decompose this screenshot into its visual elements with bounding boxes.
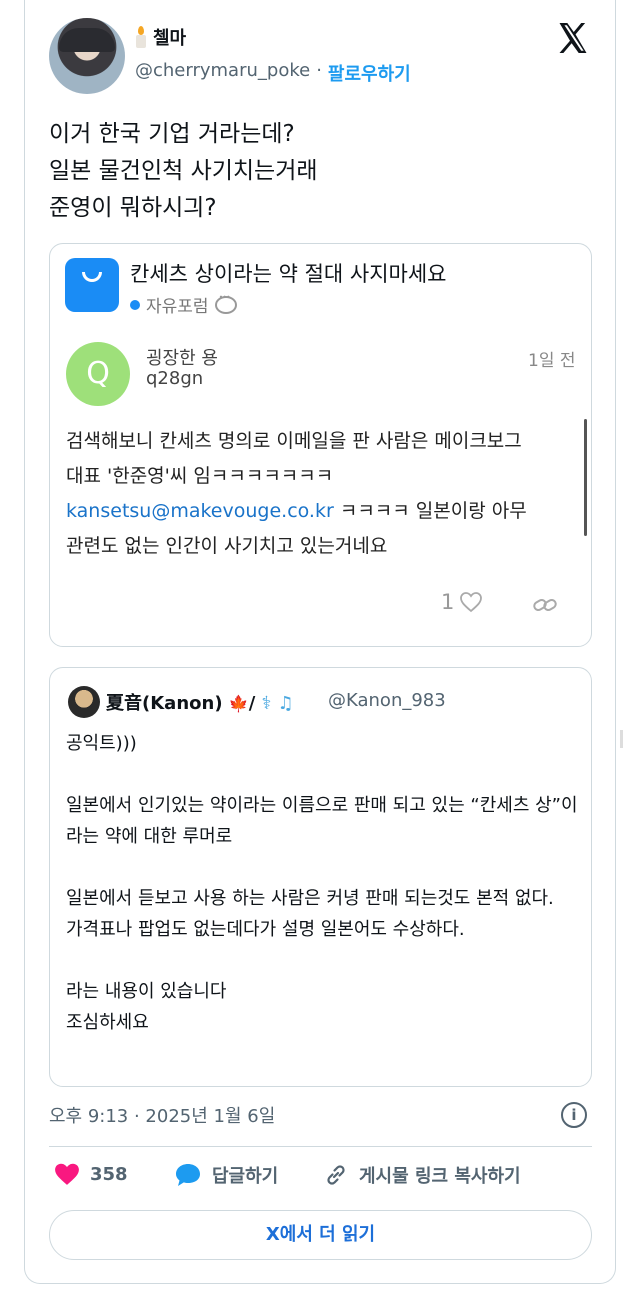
read-more-on-x-button[interactable]: X에서 더 읽기 — [49, 1210, 592, 1260]
body-line-3-rest: ㅋㅋㅋㅋ 일본이랑 아무 — [333, 500, 527, 522]
action-bar: 358 답글하기 게시물 링크 복사하기 — [49, 1162, 592, 1192]
heart-icon — [55, 1163, 79, 1185]
body-line-1: 검색해보니 칸세츠 명의로 이메일을 판 사람은 메이크보그 — [66, 430, 522, 452]
music-note-icon: ♫ — [277, 693, 294, 714]
forum-dot-icon — [130, 299, 140, 310]
kanon-handle: @Kanon_983 — [328, 690, 446, 711]
divider — [49, 1146, 592, 1147]
like-button[interactable]: 358 — [54, 1162, 128, 1186]
email-link[interactable]: kansetsu@makevouge.co.kr — [66, 500, 334, 522]
post-like-count: 1 — [441, 590, 455, 614]
tweet-timestamp[interactable]: 오후 9:13 · 2025년 1월 6일 — [49, 1102, 275, 1128]
page-scroll-indicator — [620, 730, 623, 748]
kanon-name-row: 夏音(Kanon) 🍁/ ⚕ ♫ — [106, 689, 294, 715]
x-logo-icon[interactable] — [555, 20, 591, 56]
author-handle-row: @cherrymaru_poke · 팔로우하기 — [135, 60, 411, 86]
copy-link-icon — [327, 1165, 345, 1185]
shopping-bag-icon — [65, 258, 119, 312]
heart-outline-icon — [460, 592, 483, 613]
poster-name: 굉장한 용 — [146, 348, 218, 369]
kanon-avatar — [68, 686, 100, 718]
quoted-post-title: 칸세츠 상이라는 약 절대 사지마세요 — [130, 262, 447, 286]
follow-button[interactable]: 팔로우하기 — [328, 60, 411, 86]
name-slash: / — [248, 693, 256, 714]
author-avatar[interactable] — [49, 18, 125, 94]
copy-link-label: 게시물 링크 복사하기 — [359, 1166, 521, 1187]
author-display-name[interactable]: 첼마 — [153, 24, 186, 50]
post-like[interactable]: 1 — [441, 590, 484, 614]
info-icon[interactable]: i — [561, 1102, 587, 1128]
body-line-2: 대표 '한준영'씨 임ㅋㅋㅋㅋㅋㅋㅋ — [66, 465, 334, 487]
reply-label: 답글하기 — [212, 1166, 279, 1187]
kanon-name: 夏音(Kanon) — [106, 693, 223, 714]
body-line-3: kansetsu@makevouge.co.kr ㅋㅋㅋㅋ 일본이랑 아무 — [66, 494, 576, 529]
quoted-post-body: 검색해보니 칸세츠 명의로 이메일을 판 사람은 메이크보그 대표 '한준영'씨… — [66, 424, 576, 564]
reply-button[interactable]: 답글하기 — [174, 1162, 278, 1188]
author-name-row[interactable]: 첼마 — [135, 24, 186, 50]
like-count: 358 — [90, 1163, 128, 1185]
forum-label: 자유포럼 — [130, 292, 237, 317]
candle-icon — [135, 26, 147, 48]
body-line-4: 관련도 없는 인간이 사기치고 있는거네요 — [66, 535, 388, 557]
chat-bubble-icon — [214, 293, 237, 314]
author-handle[interactable]: @cherrymaru_poke — [135, 60, 310, 86]
forum-name: 자유포럼 — [146, 297, 209, 317]
jellyfish-icon: ⚕ — [261, 693, 272, 714]
link-icon[interactable] — [532, 596, 558, 614]
reply-bubble-icon — [176, 1164, 200, 1186]
separator-dot: · — [316, 60, 322, 81]
copy-link-button[interactable]: 게시물 링크 복사하기 — [323, 1162, 521, 1188]
quoted-tweet-body: 공익트))) 일본에서 인기있는 약이라는 이름으로 판매 되고 있는 “칸세츠… — [66, 733, 578, 1033]
post-time: 1일 전 — [528, 351, 576, 371]
maple-leaf-icon: 🍁 — [228, 694, 249, 713]
tweet-text: 이거 한국 기업 거라는데? 일본 물건인척 사기치는거래 준영이 뭐하시긔? — [49, 121, 318, 221]
poster-id: q28gn — [146, 368, 204, 389]
scrollbar[interactable] — [584, 419, 587, 536]
poster-avatar: Q — [66, 342, 130, 406]
